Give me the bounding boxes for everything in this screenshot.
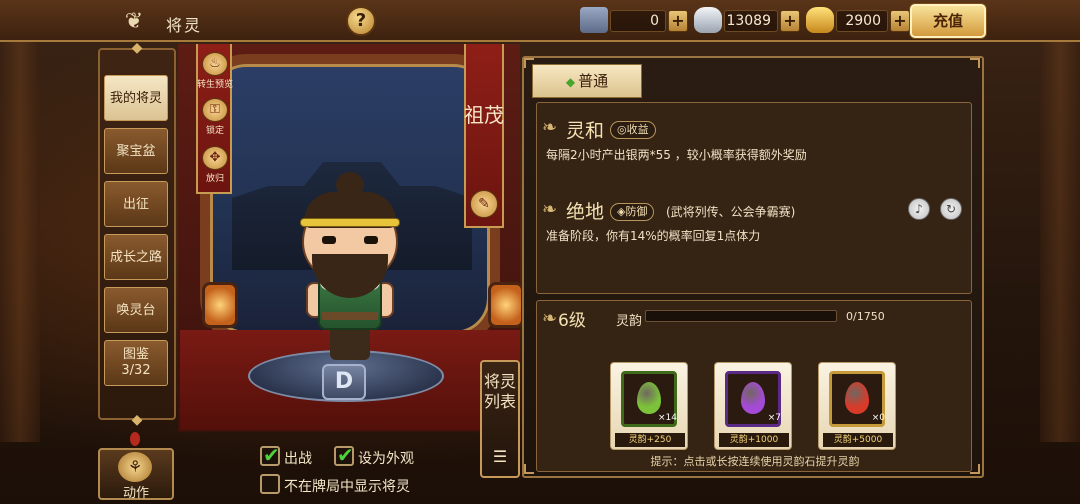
spirit-emblem-icon: ❦: [124, 9, 144, 34]
release-button[interactable]: ✥ 放归: [190, 146, 240, 184]
sidebar-item-treasure-bowl[interactable]: 聚宝盆: [104, 128, 168, 174]
resonance-stone-purple[interactable]: ×7 灵韵+1000: [714, 362, 792, 450]
sidebar-item-codex[interactable]: 图鉴 3/32: [104, 340, 168, 386]
skill-name: 灵和: [566, 120, 605, 142]
voice-play-icon[interactable]: ♪: [908, 198, 930, 220]
skill-name: 绝地: [566, 201, 605, 223]
rebirth-preview-button[interactable]: ♨ 转生预览: [190, 52, 240, 90]
character-name: 祖茂: [464, 103, 504, 127]
rank-badge: D: [322, 364, 366, 400]
gold-counter: 2900: [836, 10, 888, 32]
left-pillar: [0, 42, 40, 442]
release-icon: ✥: [202, 146, 228, 170]
add-gold-button[interactable]: +: [890, 10, 910, 32]
flame-icon: ♨: [202, 52, 228, 76]
rename-brush-icon[interactable]: ✎: [470, 190, 498, 218]
resonance-stone-red[interactable]: ×0 灵韵+5000: [818, 362, 896, 450]
spirit-list-label: 将灵列表: [483, 372, 516, 411]
silver-ingot-icon: [694, 7, 722, 33]
level-scroll-icon: ❧: [542, 308, 558, 329]
lantern-icon: [202, 282, 238, 328]
sidebar-item-my-spirits[interactable]: 我的将灵: [104, 75, 168, 121]
skill-description: 准备阶段，你有14%的概率回复1点体力: [546, 229, 761, 243]
lantern-icon: [488, 282, 524, 328]
add-token-button[interactable]: +: [668, 10, 688, 32]
character-headband: [300, 218, 400, 227]
gold-ingot-icon: [806, 7, 834, 33]
diamond-icon: ◆: [565, 75, 576, 89]
red-knot-icon: [130, 432, 140, 446]
skill-tag-defense: ◈防御: [610, 203, 655, 221]
add-silver-button[interactable]: +: [780, 10, 800, 32]
codex-label: 图鉴: [122, 347, 149, 362]
corner-ornament: [970, 58, 980, 68]
lock-button[interactable]: ⚿ 锁定: [190, 98, 240, 136]
set-appearance-checkbox[interactable]: [334, 443, 354, 467]
silver-counter: 13089: [724, 10, 778, 32]
skill-scope: (武将列传、公会争霸赛): [666, 205, 796, 219]
skill-scroll-icon: ❧: [542, 117, 558, 138]
skill-tag-income: ◎收益: [610, 121, 656, 139]
menu-ornament-icon: ◆: [131, 412, 143, 428]
character-eye: [322, 236, 336, 244]
hide-in-match-label: 不在牌局中显示将灵: [284, 479, 410, 495]
hide-in-match-checkbox[interactable]: [260, 474, 280, 494]
list-icon: ☰: [492, 447, 508, 466]
character-eye: [364, 236, 378, 244]
action-label: 动作: [122, 486, 149, 501]
token-counter: 0: [610, 10, 666, 32]
resonance-stone-green[interactable]: ×14 灵韵+250: [610, 362, 688, 450]
refresh-icon[interactable]: ↻: [940, 198, 962, 220]
character-belt: [322, 312, 378, 320]
set-appearance-label: 设为外观: [358, 451, 414, 467]
action-figure-icon: ⚘: [118, 452, 152, 482]
coin-icon: ◎: [617, 123, 627, 136]
token-icon: [580, 7, 608, 33]
lock-icon: ⚿: [202, 98, 228, 122]
skill-description: 每隔2小时产出银两*55 ，较小概率获得额外奖励: [546, 148, 807, 162]
recharge-button[interactable]: 充值: [910, 4, 986, 38]
menu-ornament-icon: ◆: [131, 40, 143, 56]
corner-ornament: [524, 464, 534, 474]
tab-normal[interactable]: ◆ 普通: [532, 64, 642, 98]
sidebar-item-summon-altar[interactable]: 唤灵台: [104, 287, 168, 333]
page-title: 将灵: [166, 16, 203, 35]
level-text: 6级: [558, 311, 586, 331]
hint-text: 提示：点击或长按连续使用灵韵石提升灵韵: [650, 455, 860, 468]
right-pillar: [1040, 42, 1080, 442]
sidebar-item-expedition[interactable]: 出征: [104, 181, 168, 227]
help-button[interactable]: ?: [346, 6, 376, 36]
skill-scroll-icon: ❧: [542, 199, 558, 220]
sidebar-item-growth-path[interactable]: 成长之路: [104, 234, 168, 280]
codex-progress: 3/32: [121, 363, 151, 378]
deploy-label: 出战: [284, 451, 312, 467]
resonance-label: 灵韵: [616, 314, 643, 329]
resonance-progress-text: 0/1750: [846, 310, 885, 323]
deploy-checkbox[interactable]: [260, 443, 280, 467]
resonance-progress-bar: [645, 310, 837, 322]
